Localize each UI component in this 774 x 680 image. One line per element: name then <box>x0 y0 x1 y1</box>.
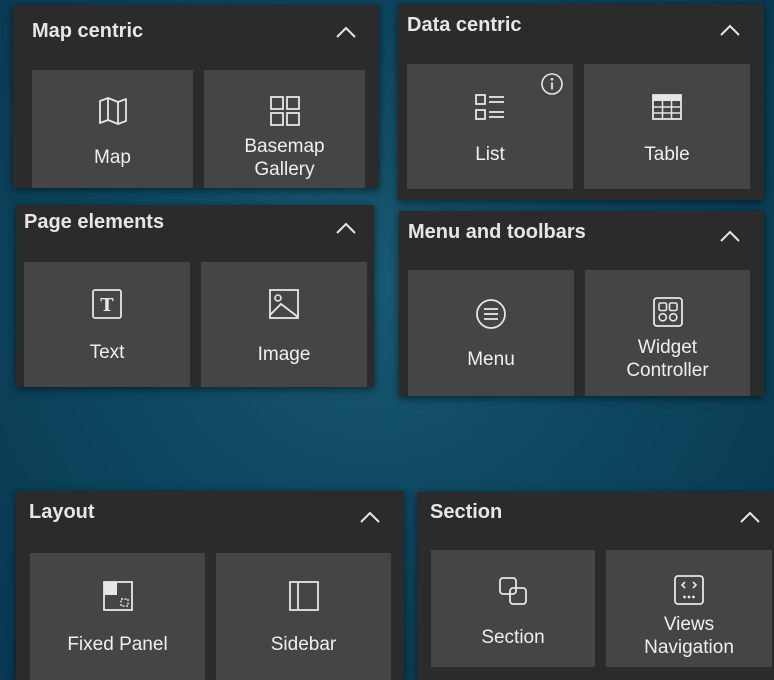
widget-tile-fixed-panel[interactable]: Fixed Panel <box>30 553 205 680</box>
widget-tile-widget-controller[interactable]: Widget Controller <box>585 270 750 396</box>
panel-title: Layout <box>29 501 95 523</box>
tile-label: Widget Controller <box>626 337 709 381</box>
widget-tile-menu[interactable]: Menu <box>408 270 574 396</box>
section-icon <box>496 574 530 608</box>
panel-section: Section Section Views Navigation <box>417 492 774 680</box>
chevron-up-icon[interactable] <box>739 510 761 524</box>
panel-title: Menu and toolbars <box>408 221 586 243</box>
tile-label: Table <box>644 144 690 165</box>
fixed-panel-icon <box>101 579 135 613</box>
panel-header: Layout <box>16 491 404 543</box>
panel-menu-toolbars: Menu and toolbars Menu Widget Controller <box>399 211 764 396</box>
tile-label: List <box>475 144 505 165</box>
chevron-up-icon[interactable] <box>719 229 741 243</box>
panel-header: Data centric <box>398 4 764 56</box>
image-icon <box>267 287 301 321</box>
widget-tile-text[interactable]: T Text <box>24 262 190 387</box>
widget-tile-table[interactable]: Table <box>584 64 750 189</box>
tile-label: Menu <box>467 349 515 370</box>
panel-layout: Layout Fixed Panel Sidebar <box>16 491 404 680</box>
info-icon[interactable] <box>540 72 564 96</box>
panel-title: Page elements <box>24 211 165 233</box>
sidebar-icon <box>287 579 321 613</box>
tile-label: Section <box>481 627 545 648</box>
chevron-up-icon[interactable] <box>335 25 357 39</box>
tile-label: Fixed Panel <box>67 634 168 655</box>
panel-map-centric: Map centric Map Basemap Gallery <box>13 5 379 188</box>
widget-tile-map[interactable]: Map <box>32 70 193 188</box>
panel-header: Map centric <box>13 5 379 57</box>
panel-title: Map centric <box>32 20 144 42</box>
table-icon <box>650 90 684 124</box>
widget-controller-icon <box>651 295 685 329</box>
tile-label: Text <box>89 342 125 363</box>
chevron-up-icon[interactable] <box>335 221 357 235</box>
panel-header: Page elements <box>16 205 374 257</box>
svg-text:T: T <box>100 295 114 316</box>
tile-label: Basemap Gallery <box>244 136 325 180</box>
tile-label: Map <box>94 147 131 168</box>
tile-label: Image <box>257 344 311 365</box>
chevron-up-icon[interactable] <box>359 510 381 524</box>
panel-title: Section <box>430 501 503 523</box>
widget-tile-sidebar[interactable]: Sidebar <box>216 553 391 680</box>
basemap-gallery-icon <box>268 94 302 128</box>
panel-page-elements: Page elements T Text Image <box>16 205 374 387</box>
widget-tile-basemap-gallery[interactable]: Basemap Gallery <box>204 70 365 188</box>
panel-header: Menu and toolbars <box>399 211 764 263</box>
tile-label: Views Navigation <box>644 614 734 658</box>
widget-tile-list[interactable]: List <box>407 64 573 189</box>
list-icon <box>473 90 507 124</box>
panel-data-centric: Data centric List Table <box>398 4 764 200</box>
widget-tile-views-navigation[interactable]: Views Navigation <box>606 550 772 667</box>
map-icon <box>96 94 130 128</box>
widget-tile-image[interactable]: Image <box>201 262 367 387</box>
panel-title: Data centric <box>407 14 522 36</box>
widget-tile-section[interactable]: Section <box>431 550 595 667</box>
tile-label: Sidebar <box>270 634 337 655</box>
menu-icon <box>474 297 508 331</box>
views-navigation-icon <box>672 573 706 607</box>
panel-header: Section <box>417 492 774 544</box>
chevron-up-icon[interactable] <box>719 23 741 37</box>
text-icon: T <box>90 287 124 321</box>
